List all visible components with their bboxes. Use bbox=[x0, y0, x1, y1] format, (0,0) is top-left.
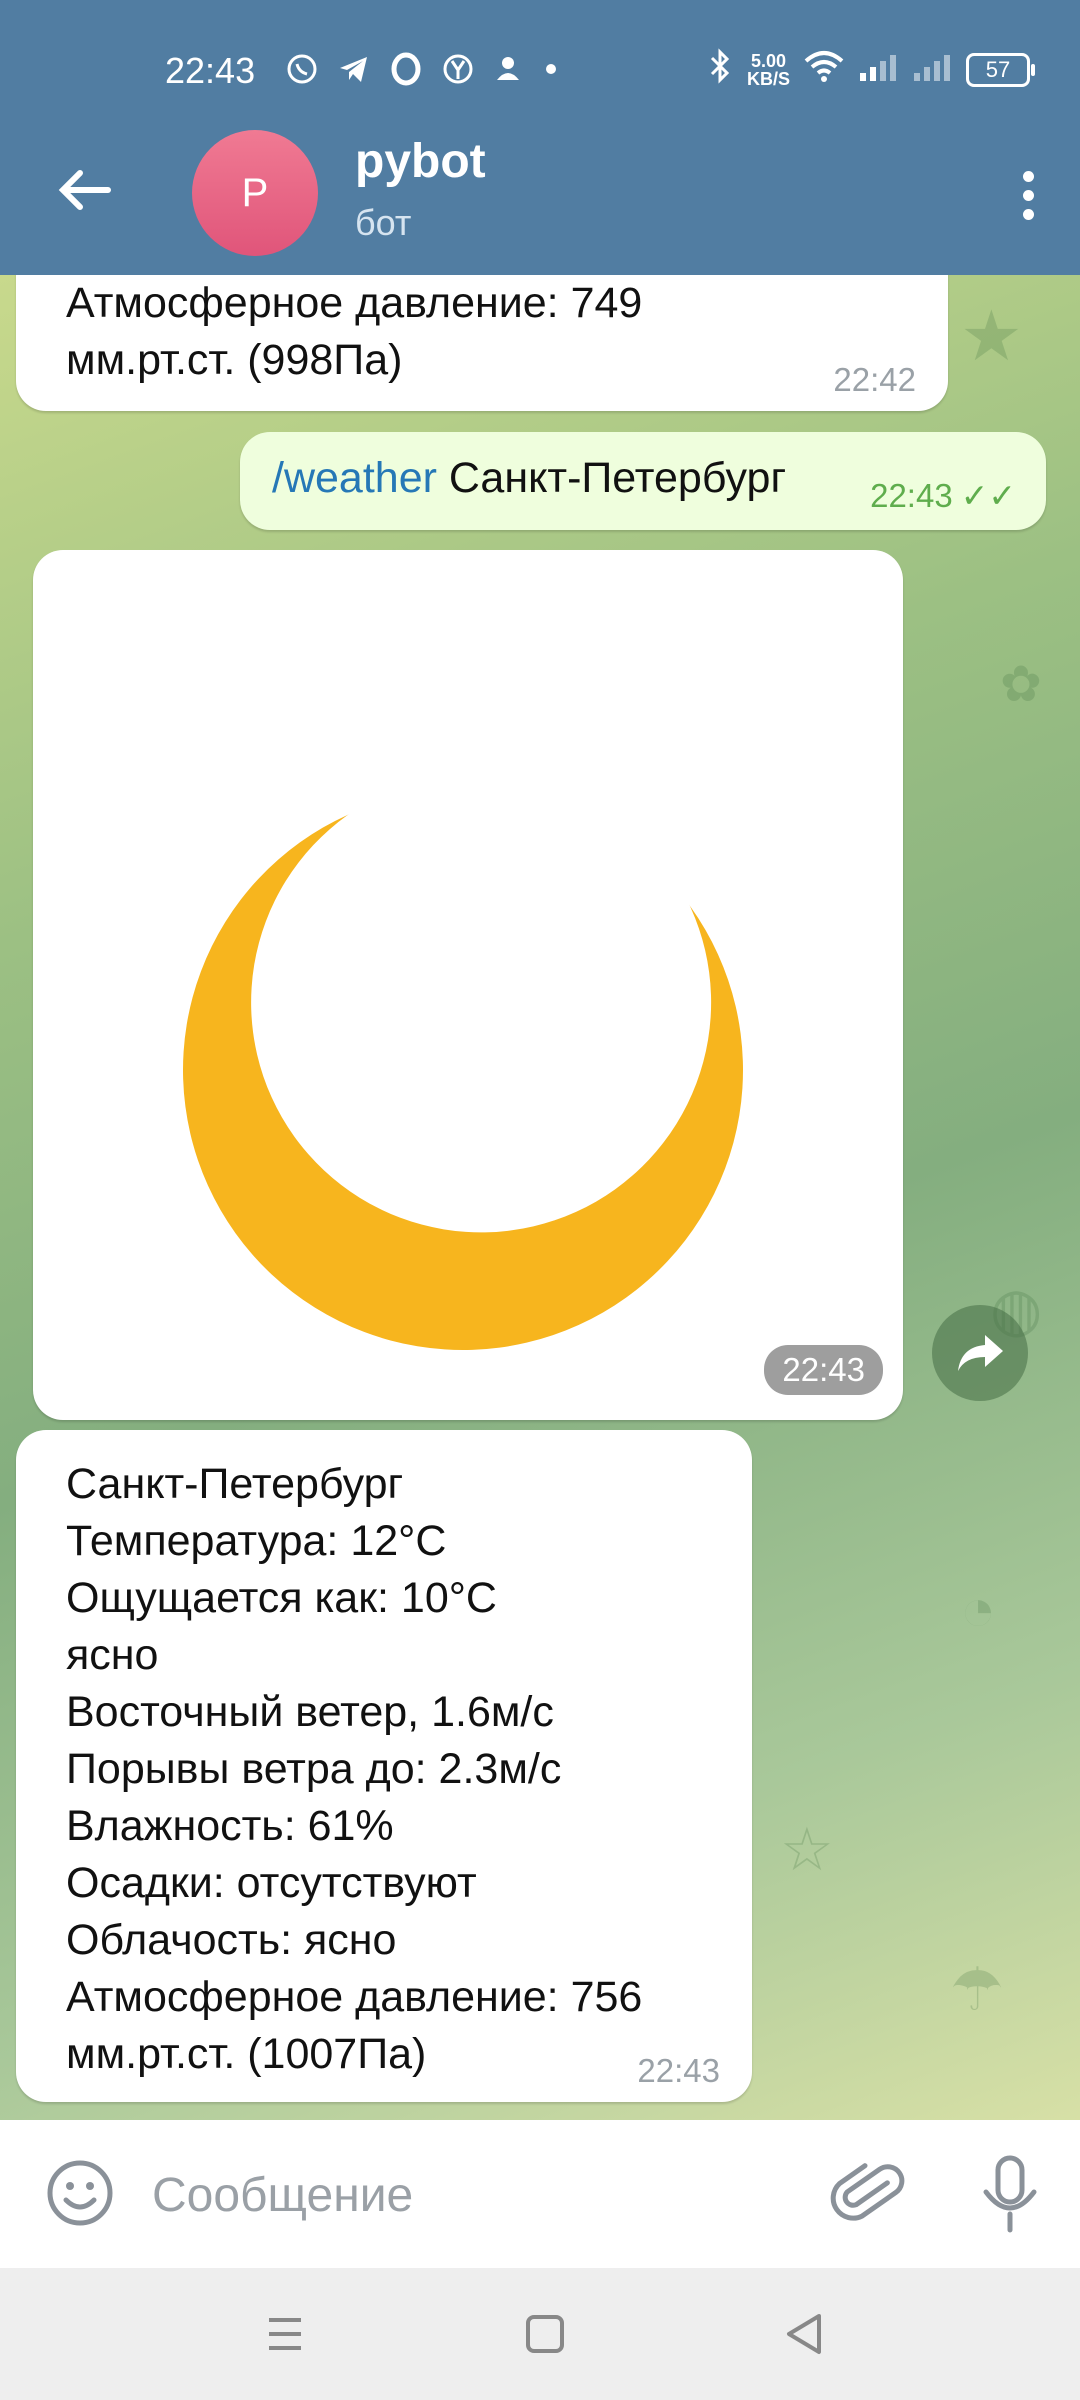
pizza-icon: ◔ bbox=[960, 1576, 997, 1643]
message-time: 22:43 bbox=[637, 2052, 720, 2089]
battery-icon: 57 bbox=[966, 53, 1035, 87]
chat-messages[interactable]: ★ ✿ ◍ ☆ ◔ ☂ Атмосферное давление: 749 мм… bbox=[0, 275, 1080, 2120]
system-nav-bar bbox=[0, 2268, 1080, 2400]
signal-icon bbox=[858, 49, 898, 91]
message-time-text: 22:43 bbox=[870, 477, 953, 514]
chat-header: P pybot бот bbox=[0, 120, 1080, 275]
starfish-icon: ★ bbox=[960, 297, 1023, 375]
triangle-back-icon bbox=[787, 2314, 821, 2354]
more-vert-icon bbox=[1022, 170, 1034, 182]
message-text: Атмосферное давление: 749 мм.рт.ст. (998… bbox=[66, 279, 643, 384]
share-arrow-icon bbox=[958, 1335, 1003, 1371]
battery-level: 57 bbox=[985, 57, 1011, 82]
telegram-icon bbox=[337, 52, 371, 94]
viber-icon bbox=[285, 52, 319, 94]
double-check-icon: ✓✓ bbox=[960, 477, 1016, 514]
photo-time: 22:43 bbox=[764, 1345, 883, 1395]
bot-command-link[interactable]: /weather bbox=[272, 454, 437, 502]
speed-value: 5.00 bbox=[750, 51, 787, 71]
message-bubble-outgoing[interactable]: /weather Санкт-Петербург 22:43 ✓✓ bbox=[240, 432, 1046, 530]
message-text: /weather Санкт-Петербург bbox=[272, 450, 786, 507]
dot-icon bbox=[541, 52, 561, 94]
opera-icon bbox=[389, 52, 423, 94]
arrow-left-icon bbox=[58, 170, 111, 210]
bluetooth-icon bbox=[707, 48, 733, 92]
microphone-button[interactable] bbox=[970, 2152, 1050, 2236]
home-button[interactable] bbox=[515, 2308, 575, 2360]
avatar-letter: P bbox=[241, 170, 269, 215]
message-input-bar bbox=[0, 2120, 1080, 2268]
message-time: 22:42 bbox=[833, 361, 916, 398]
back-nav-button[interactable] bbox=[775, 2308, 835, 2360]
crescent-moon-icon bbox=[183, 790, 743, 1350]
square-icon bbox=[526, 2315, 564, 2353]
smile-icon bbox=[47, 2160, 113, 2226]
notification-icons bbox=[285, 52, 561, 94]
person-icon bbox=[493, 52, 523, 94]
umbrella-icon: ☂ bbox=[950, 1956, 1004, 2023]
avatar[interactable]: P bbox=[192, 130, 318, 256]
system-icons: 5.00 KB/S 57 bbox=[707, 48, 1035, 92]
yandex-icon bbox=[441, 52, 475, 94]
weather-report-text: Санкт-Петербург Температура: 12°C Ощущае… bbox=[66, 1460, 643, 2078]
message-input[interactable] bbox=[150, 2150, 804, 2240]
signal-icon-2 bbox=[912, 49, 952, 91]
status-time: 22:43 bbox=[165, 50, 256, 91]
paperclip-icon bbox=[830, 2163, 905, 2221]
speed-unit: KB/S bbox=[746, 69, 790, 89]
network-speed: 5.00 KB/S bbox=[747, 52, 790, 88]
chat-name[interactable]: pybot bbox=[355, 134, 486, 189]
message-bubble-incoming[interactable]: Атмосферное давление: 749 мм.рт.ст. (998… bbox=[16, 275, 948, 411]
share-button[interactable] bbox=[932, 1305, 1028, 1401]
more-menu-button[interactable] bbox=[998, 160, 1058, 230]
wifi-icon bbox=[804, 49, 844, 91]
status-bar: 22:43 5.00 KB/S 57 bbox=[0, 0, 1080, 140]
emoji-button[interactable] bbox=[45, 2158, 115, 2228]
chat-status: бот bbox=[355, 202, 412, 243]
microphone-icon bbox=[983, 2155, 1037, 2233]
photo-message[interactable]: 22:43 bbox=[33, 550, 903, 1420]
message-bubble-incoming[interactable]: Санкт-Петербург Температура: 12°C Ощущае… bbox=[16, 1430, 752, 2102]
paw-icon: ✿ bbox=[1000, 656, 1042, 712]
back-button[interactable] bbox=[50, 155, 120, 225]
star-icon: ☆ bbox=[780, 1816, 834, 1883]
recent-apps-button[interactable] bbox=[255, 2308, 315, 2360]
attach-button[interactable] bbox=[830, 2155, 910, 2235]
message-time: 22:43 ✓✓ bbox=[870, 476, 1016, 515]
command-argument: Санкт-Петербург bbox=[436, 454, 787, 502]
menu-icon bbox=[269, 2318, 301, 2350]
